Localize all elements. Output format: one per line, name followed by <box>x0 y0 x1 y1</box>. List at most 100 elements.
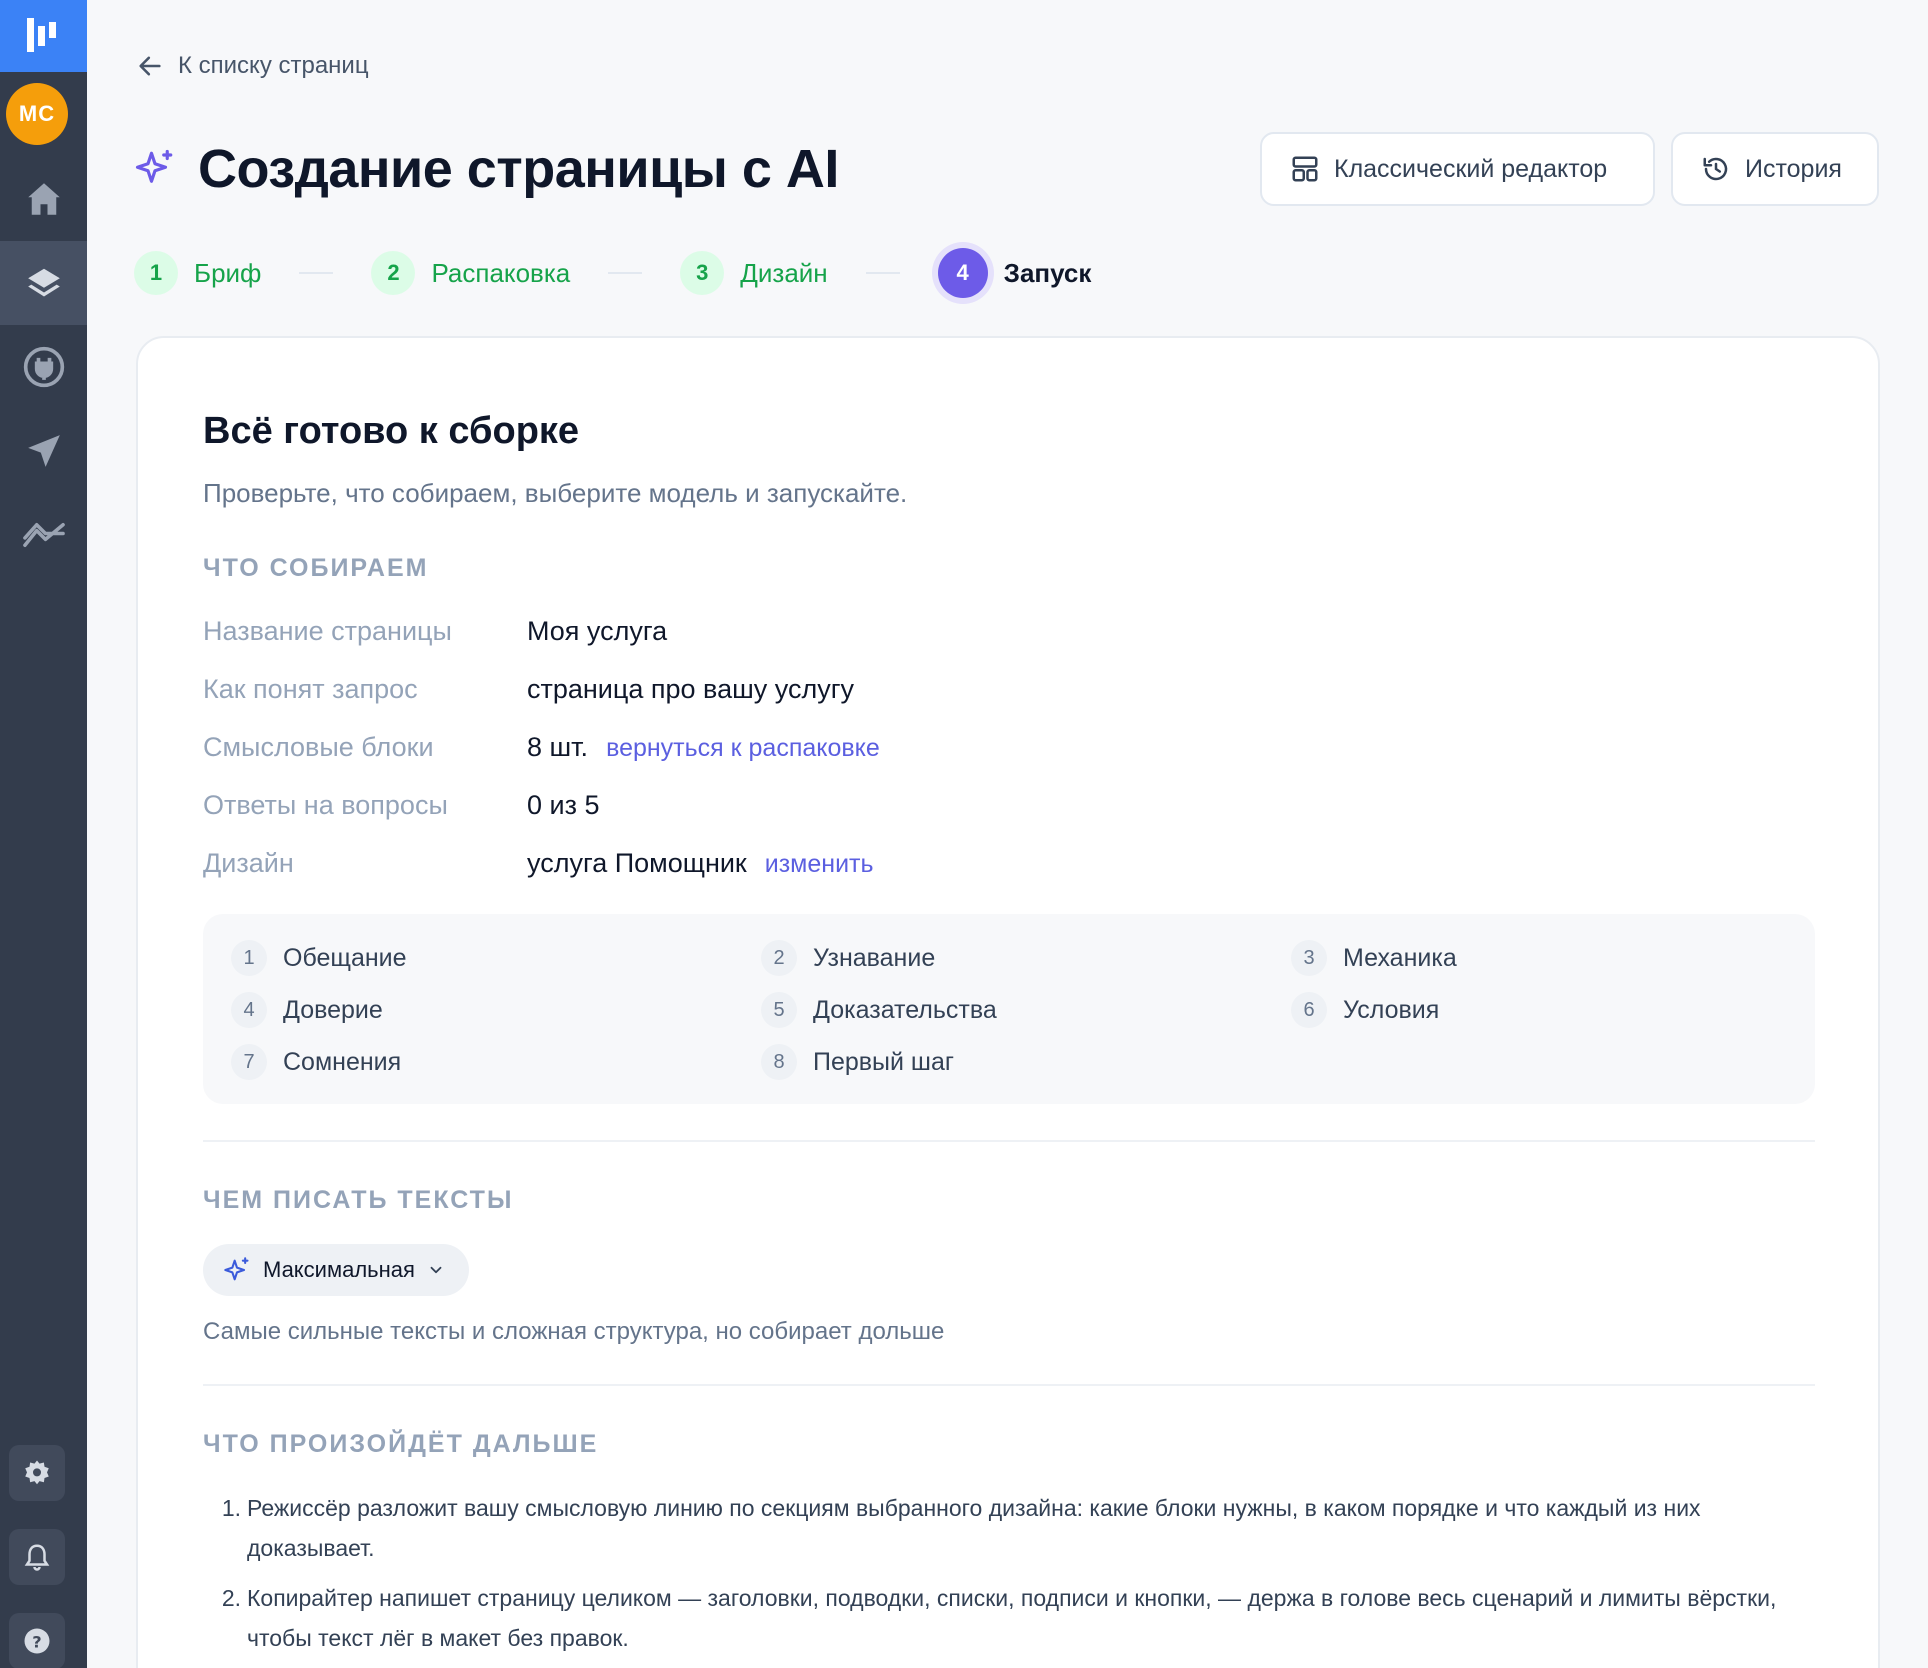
sparkles-icon <box>224 1257 249 1281</box>
row-answers: Ответы на вопросы 0 из 5 <box>203 790 600 821</box>
block-number: 3 <box>1291 940 1327 976</box>
chevron-down-icon <box>430 1266 442 1274</box>
block-number: 5 <box>761 992 797 1028</box>
list-number: 2. <box>221 1585 241 1611</box>
list-text: Режиссёр разложит вашу смысловую линию п… <box>247 1495 1701 1561</box>
row-label: Дизайн <box>203 848 294 878</box>
svg-text:?: ? <box>32 1632 41 1651</box>
settings-button[interactable] <box>9 1445 65 1501</box>
list-item: 2 Узнавание <box>761 940 935 976</box>
logo-icon <box>26 18 56 52</box>
list-item: 5 Доказательства <box>761 992 997 1028</box>
history-button[interactable]: История <box>1671 132 1879 206</box>
help-button[interactable]: ? <box>9 1613 65 1668</box>
row-design: Дизайн услуга Помощник изменить <box>203 848 874 879</box>
sidebar-item-analytics[interactable] <box>0 493 87 577</box>
row-blocks: Смысловые блоки 8 шт. вернуться к распак… <box>203 732 880 763</box>
step-number: 2 <box>371 251 416 295</box>
step-label: Распаковка <box>431 257 571 288</box>
change-design-link[interactable]: изменить <box>765 850 874 879</box>
row-value: услуга Помощник <box>527 848 747 878</box>
row-value: 0 из 5 <box>527 790 600 820</box>
step-label: Бриф <box>194 257 262 288</box>
row-value: 8 шт. <box>527 732 589 762</box>
model-select-value: Максимальная <box>263 1257 415 1282</box>
row-request: Как понят запрос страница про вашу услуг… <box>203 674 854 705</box>
layers-icon <box>27 268 60 297</box>
sidebar-item-home[interactable] <box>0 157 87 241</box>
layout-icon <box>1292 156 1318 182</box>
model-select[interactable]: Максимальная <box>203 1244 469 1296</box>
blocks-grid: 1 Обещание 2 Узнавание 3 Механика 4 Дове… <box>203 914 1815 1104</box>
list-item: 7 Сомнения <box>231 1044 401 1080</box>
row-value: Моя услуга <box>527 616 668 646</box>
block-label: Узнавание <box>813 943 936 972</box>
sidebar-item-pages[interactable] <box>0 241 87 325</box>
sparkles-icon <box>135 149 173 183</box>
history-label: История <box>1745 154 1842 183</box>
card-subtitle: Проверьте, что собираем, выберите модель… <box>203 478 908 508</box>
block-label: Условия <box>1343 995 1440 1024</box>
row-label: Название страницы <box>203 616 452 646</box>
row-label: Ответы на вопросы <box>203 790 448 820</box>
row-label: Как понят запрос <box>203 674 418 704</box>
back-to-unpacking-link[interactable]: вернуться к распаковке <box>606 734 880 763</box>
bell-icon <box>24 1544 50 1571</box>
classic-editor-label: Классический редактор <box>1334 154 1608 183</box>
step-launch[interactable]: 4 Запуск <box>937 248 1091 298</box>
page-header: Создание страницы с AI <box>134 138 839 200</box>
step-label: Дизайн <box>740 257 828 288</box>
sidebar-item-publish[interactable] <box>0 409 87 493</box>
block-number: 8 <box>761 1044 797 1080</box>
block-label: Обещание <box>283 943 407 972</box>
next-steps-list: 1. Режиссёр разложит вашу смысловую лини… <box>203 1488 1815 1668</box>
list-number: 1. <box>221 1495 241 1521</box>
row-page-name: Название страницы Моя услуга <box>203 616 667 647</box>
list-item: 1 Обещание <box>231 940 407 976</box>
arrow-left-icon <box>139 56 161 76</box>
step-separator <box>608 272 643 274</box>
section-model-heading: ЧЕМ ПИСАТЬ ТЕКСТЫ <box>203 1186 514 1214</box>
list-item: 3 Механика <box>1291 940 1457 976</box>
home-icon <box>27 183 60 215</box>
list-item: 8 Первый шаг <box>761 1044 954 1080</box>
history-icon <box>1703 157 1728 181</box>
divider <box>203 1384 1815 1386</box>
model-description: Самые сильные тексты и сложная структура… <box>203 1318 945 1345</box>
back-link[interactable]: К списку страниц <box>136 52 369 80</box>
step-number: 1 <box>134 251 178 295</box>
block-number: 1 <box>231 940 267 976</box>
block-label: Доказательства <box>813 995 997 1024</box>
help-icon: ? <box>24 1628 50 1654</box>
block-label: Доверие <box>283 995 383 1024</box>
step-unpacking[interactable]: 2 Распаковка <box>371 251 570 295</box>
block-label: Механика <box>1343 943 1457 972</box>
page-title: Создание страницы с AI <box>198 139 839 199</box>
step-design[interactable]: 3 Дизайн <box>680 251 828 295</box>
row-value: страница про вашу услугу <box>527 674 855 704</box>
back-label: К списку страниц <box>178 52 369 79</box>
list-item: 4 Доверие <box>231 992 383 1028</box>
sidebar-item-integrations[interactable] <box>0 325 87 409</box>
classic-editor-button[interactable]: Классический редактор <box>1260 132 1655 206</box>
block-label: Первый шаг <box>813 1047 955 1076</box>
user-avatar[interactable]: МС <box>6 83 68 145</box>
step-brief[interactable]: 1 Бриф <box>134 251 261 295</box>
step-number: 3 <box>680 251 725 295</box>
plug-icon <box>23 346 64 388</box>
list-item: 2. Копирайтер напишет страницу целиком —… <box>203 1578 1815 1658</box>
step-number: 4 <box>937 248 988 298</box>
block-number: 6 <box>1291 992 1327 1028</box>
step-separator <box>299 272 334 274</box>
analytics-icon <box>22 522 65 548</box>
block-number: 7 <box>231 1044 267 1080</box>
step-separator <box>865 272 900 274</box>
section-next-heading: ЧТО ПРОИЗОЙДЁТ ДАЛЬШЕ <box>203 1430 599 1458</box>
block-number: 4 <box>231 992 267 1028</box>
app-logo[interactable] <box>0 0 87 72</box>
row-label: Смысловые блоки <box>203 732 434 762</box>
sidebar: МС ? <box>0 0 87 1668</box>
list-item: 6 Условия <box>1291 992 1439 1028</box>
notifications-button[interactable] <box>9 1529 65 1585</box>
list-item: 1. Режиссёр разложит вашу смысловую лини… <box>203 1488 1815 1568</box>
